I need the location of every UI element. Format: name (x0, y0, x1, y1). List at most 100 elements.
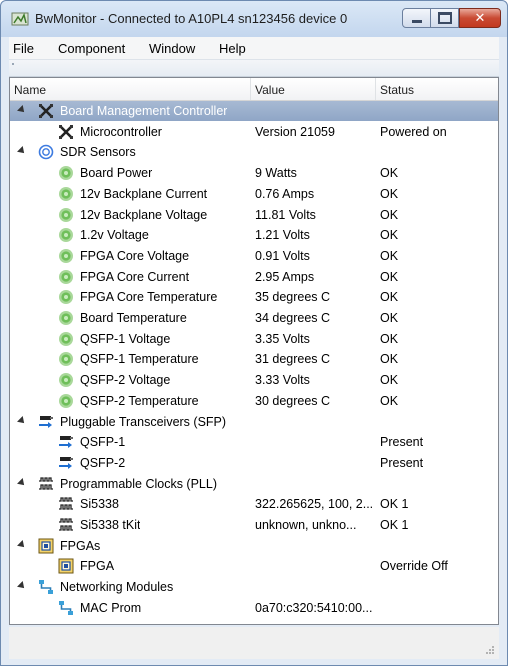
sensor-ring-icon (38, 144, 54, 160)
tree-group-row[interactable]: SDR Sensors (10, 142, 498, 162)
row-name: FPGAs (60, 538, 101, 553)
tree-group-row[interactable]: Networking Modules (10, 577, 498, 597)
close-icon: ✕ (474, 10, 486, 26)
toolbar (9, 59, 499, 77)
row-status: OK (380, 228, 399, 243)
resize-grip-icon[interactable] (485, 645, 495, 655)
tree-row[interactable]: Board Power 9 Watts OK (10, 163, 498, 183)
fpga-chip-icon (58, 558, 74, 574)
sensor-ok-icon (58, 248, 74, 264)
row-name: Si5338 tKit (80, 518, 141, 532)
row-name: QSFP-2 Temperature (80, 393, 199, 408)
row-name: FPGA (80, 559, 115, 574)
tree-group-row[interactable]: Pluggable Transceivers (SFP) (10, 412, 498, 432)
title-bar[interactable]: BwMonitor - Connected to A10PL4 sn123456… (1, 1, 507, 37)
tree-row[interactable]: MAC Prom 0a70:c320:5410:00... (10, 598, 498, 618)
row-status: OK 1 (380, 497, 409, 512)
expand-collapse-icon[interactable] (17, 539, 27, 550)
sensor-ok-icon (58, 165, 74, 181)
tree-row[interactable]: Board Temperature 34 degrees C OK (10, 308, 498, 328)
window-title: BwMonitor - Connected to A10PL4 sn123456… (35, 11, 348, 26)
minimize-button[interactable] (402, 8, 431, 28)
row-name: QSFP-2 (80, 455, 126, 470)
row-value: 9 Watts (255, 166, 297, 181)
row-name: FPGA Core Voltage (80, 248, 190, 263)
expand-collapse-icon[interactable] (17, 581, 27, 592)
network-module-icon (58, 600, 74, 616)
sensor-ok-icon (58, 331, 74, 347)
row-name: QSFP-1 Voltage (80, 331, 171, 346)
row-name: QSFP-1 (80, 435, 126, 450)
row-name: FPGA Core Current (80, 269, 190, 284)
toolbar-grip[interactable] (12, 63, 14, 65)
row-value: 1.21 Volts (255, 228, 310, 243)
menu-component[interactable]: Component (58, 41, 125, 56)
row-name: Board Power (80, 166, 153, 181)
tree-row[interactable]: Si5338 tKit unknown, unkno... OK 1 (10, 515, 498, 535)
tree-row[interactable]: QSFP-1 Temperature 31 degrees C OK (10, 349, 498, 369)
row-status: OK (380, 311, 399, 325)
column-header-name[interactable]: Name (14, 83, 46, 97)
tree-row[interactable]: Microcontroller Version 21059 Powered on (10, 122, 498, 142)
tree-row[interactable]: QSFP-2 Voltage 3.33 Volts OK (10, 370, 498, 390)
row-value: 34 degrees C (255, 311, 331, 325)
tree-row[interactable]: FPGA Core Voltage 0.91 Volts OK (10, 246, 498, 266)
menu-window[interactable]: Window (149, 41, 195, 56)
tree-row[interactable]: QSFP-1 Present (10, 432, 498, 452)
menu-help[interactable]: Help (219, 41, 246, 56)
row-value: 0.91 Volts (255, 248, 310, 263)
row-name: MAC Prom (80, 600, 142, 615)
sensor-ok-icon (58, 289, 74, 305)
tree-row[interactable]: QSFP-2 Temperature 30 degrees C OK (10, 391, 498, 411)
column-divider[interactable] (250, 78, 251, 100)
tree-row[interactable]: 1.2v Voltage 1.21 Volts OK (10, 225, 498, 245)
column-header-value[interactable]: Value (255, 83, 285, 97)
network-module-icon (38, 579, 54, 595)
close-button[interactable]: ✕ (459, 8, 501, 28)
transceiver-icon (38, 414, 54, 430)
sensor-ok-icon (58, 186, 74, 202)
sensor-ok-icon (58, 269, 74, 285)
column-header-status[interactable]: Status (380, 83, 414, 97)
column-divider[interactable] (375, 78, 376, 100)
row-status: OK (380, 373, 399, 388)
row-name: Board Management Controller (60, 104, 228, 118)
row-name: Board Temperature (80, 311, 187, 325)
tree-row[interactable]: FPGA Override Off (10, 556, 498, 576)
tree-row[interactable]: Si5338 322.265625, 100, 2... OK 1 (10, 494, 498, 514)
tree-row[interactable]: QSFP-1 Voltage 3.35 Volts OK (10, 329, 498, 349)
row-status: OK (380, 248, 399, 263)
maximize-icon (437, 12, 452, 24)
maximize-button[interactable] (431, 8, 459, 28)
fpga-chip-icon (38, 538, 54, 554)
row-name: QSFP-1 Temperature (80, 352, 199, 367)
row-value: Version 21059 (255, 124, 335, 139)
tree-group-row[interactable]: FPGAs (10, 536, 498, 556)
tree-row[interactable]: QSFP-2 Present (10, 453, 498, 473)
row-value: 0a70:c320:5410:00... (255, 600, 373, 615)
tree-row[interactable]: 12v Backplane Voltage 11.81 Volts OK (10, 205, 498, 225)
menu-file[interactable]: File (13, 41, 34, 56)
expand-collapse-icon[interactable] (17, 415, 27, 426)
row-status: Override Off (380, 559, 448, 574)
row-value: 3.33 Volts (255, 373, 310, 388)
expand-collapse-icon[interactable] (17, 105, 27, 115)
tree-group-row[interactable]: Programmable Clocks (PLL) (10, 474, 498, 494)
component-tree[interactable]: Name Value Status Board Management Contr… (9, 77, 499, 625)
expand-collapse-icon[interactable] (17, 477, 27, 488)
row-value: 322.265625, 100, 2... (255, 497, 374, 512)
tree-row[interactable]: FPGA Core Temperature 35 degrees C OK (10, 287, 498, 307)
tree-row[interactable]: 12v Backplane Current 0.76 Amps OK (10, 184, 498, 204)
row-status: OK (380, 290, 399, 305)
tree-row[interactable]: FPGA Core Current 2.95 Amps OK (10, 267, 498, 287)
tree-group-row[interactable]: Board Management Controller (10, 101, 498, 121)
expand-collapse-icon[interactable] (17, 146, 27, 157)
clock-wave-icon (58, 496, 74, 512)
row-value: unknown, unkno... (255, 518, 357, 532)
row-status: OK (380, 186, 399, 201)
row-status: OK (380, 166, 399, 181)
row-value: 11.81 Volts (255, 207, 316, 222)
sensor-ok-icon (58, 372, 74, 388)
row-status: OK (380, 331, 399, 346)
row-status: OK 1 (380, 518, 409, 532)
